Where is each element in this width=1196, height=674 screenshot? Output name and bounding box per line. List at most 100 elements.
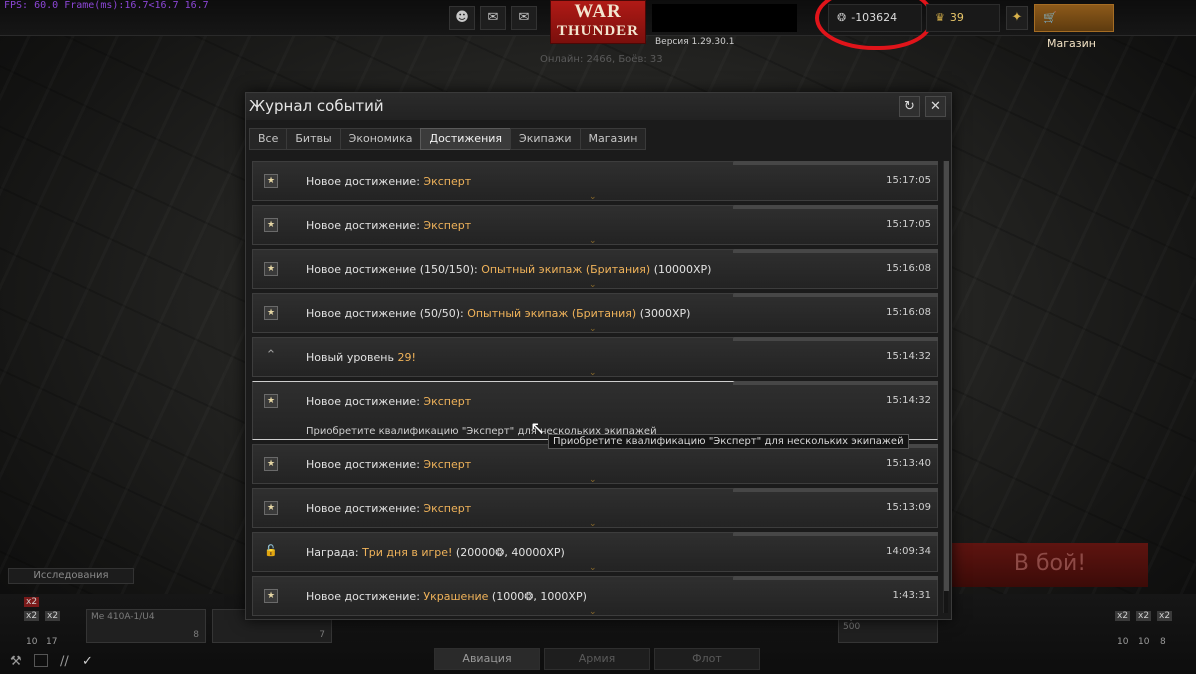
battle-button[interactable]: В бой! (952, 543, 1148, 587)
event-prefix: Новое достижение (150/150): (306, 263, 482, 276)
event-row[interactable]: ★ Новое достижение: Эксперт 15:13:40 ⌄ (252, 444, 938, 485)
dialog-title: Журнал событий (249, 97, 384, 115)
multiplier-badge: x2 (24, 611, 40, 621)
event-suffix: (1000❂, 1000XP) (488, 590, 587, 603)
event-prefix: Новое достижение: (306, 502, 424, 515)
event-time: 15:14:32 (886, 351, 931, 362)
event-list: ★ Новое достижение: Эксперт 15:17:05 ⌄ ★ Ново… (252, 161, 938, 617)
unlock-icon: 🔓 (264, 544, 278, 557)
event-suffix: (10000XP) (650, 263, 712, 276)
chat-icon[interactable]: ✉ (480, 6, 506, 30)
fps-counter: FPS: 60.0 Frame(ms):16.7<16.7 16.7 (4, 0, 209, 11)
star-icon: ★ (264, 174, 278, 188)
star-icon: ★ (264, 306, 278, 320)
event-row[interactable]: ★ Новое достижение: Эксперт 15:17:05 ⌄ (252, 161, 938, 202)
star-icon: ★ (264, 262, 278, 276)
mail-icon[interactable]: ✉ (511, 6, 537, 30)
event-text: Новое достижение: Эксперт (306, 502, 471, 515)
expand-chevron-icon[interactable]: ⌄ (589, 519, 597, 529)
shop-button[interactable]: 🛒 Магазин (1034, 4, 1114, 50)
event-text: Новое достижение: Эксперт (306, 395, 471, 408)
expand-chevron-icon[interactable]: ⌄ (589, 192, 597, 202)
star-icon: ★ (264, 394, 278, 408)
slash-icon[interactable]: ∕∕ (60, 654, 69, 669)
event-highlight: Опытный экипаж (Британия) (467, 307, 637, 320)
expand-chevron-icon[interactable]: ⌄ (589, 280, 597, 290)
event-list-scrollbar[interactable] (943, 161, 949, 613)
event-row[interactable]: 🔓 Награда: Три дня в игре! (20000❂, 40000… (252, 532, 938, 573)
event-text: Новое достижение (150/150): Опытный экип… (306, 263, 711, 276)
event-time: 15:13:40 (886, 458, 931, 469)
expand-chevron-icon[interactable]: ⌄ (589, 563, 597, 573)
slot-count: 8 (193, 630, 199, 640)
crew-level: 8 (1160, 637, 1166, 647)
event-time: 15:14:32 (886, 395, 931, 406)
expand-chevron-icon[interactable]: ⌄ (589, 368, 597, 378)
slot-name: Me 410A-1/U4 (91, 612, 155, 622)
close-button[interactable]: ✕ (925, 96, 946, 117)
event-row[interactable]: ★ Новое достижение (150/150): Опытный эки… (252, 249, 938, 290)
expand-chevron-icon[interactable]: ⌄ (589, 324, 597, 334)
checkbox-icon[interactable] (34, 654, 48, 667)
tab-fleet[interactable]: Флот (654, 648, 760, 670)
multiplier-badge: x2 (1115, 611, 1131, 621)
checkmark-icon[interactable]: ✓ (82, 654, 93, 669)
event-prefix: Новое достижение: (306, 175, 424, 188)
crew-level: 10 (1138, 637, 1150, 647)
event-text: Награда: Три дня в игре! (20000❂, 40000X… (306, 546, 565, 559)
tab-economy[interactable]: Экономика (339, 128, 422, 150)
mouse-cursor-icon: ↖ (530, 418, 546, 439)
event-row[interactable]: ★ Новое достижение: Украшение (1000❂, 100… (252, 576, 938, 617)
event-highlight: Эксперт (423, 175, 472, 188)
game-version: Версия 1.29.30.1 (655, 37, 735, 47)
event-text: Новое достижение (50/50): Опытный экипаж… (306, 307, 690, 320)
shop-label: Магазин (1047, 37, 1096, 50)
tab-shop[interactable]: Магазин (579, 128, 647, 150)
event-highlight: Украшение (423, 590, 489, 603)
event-time: 15:16:08 (886, 307, 931, 318)
star-icon: ★ (264, 589, 278, 603)
tab-crews[interactable]: Экипажи (510, 128, 581, 150)
tab-aviation[interactable]: Авиация (434, 648, 540, 670)
wrench-icon[interactable]: ⚒ (10, 654, 22, 669)
event-prefix: Награда: (306, 546, 363, 559)
tab-all[interactable]: Все (249, 128, 288, 150)
refresh-button[interactable]: ↻ (899, 96, 920, 117)
tab-battles[interactable]: Битвы (286, 128, 341, 150)
chevron-up-icon: ⌃ (265, 348, 277, 363)
scrollbar-thumb[interactable] (944, 161, 949, 591)
event-row[interactable]: ★ Новое достижение: Эксперт 15:17:05 ⌄ (252, 205, 938, 246)
journal-tabs: Все Битвы Экономика Достижения Экипажи Магази… (249, 127, 647, 150)
premium-icon[interactable]: ✦ (1006, 6, 1028, 30)
tab-achievements[interactable]: Достижения (420, 128, 512, 150)
event-suffix: (3000XP) (636, 307, 691, 320)
profile-icon[interactable]: ☻ (449, 6, 475, 30)
event-prefix: Новое достижение: (306, 458, 424, 471)
event-prefix: Новое достижение (50/50): (306, 307, 468, 320)
event-row[interactable]: ★ Новое достижение: Эксперт 15:13:09 ⌄ (252, 488, 938, 529)
event-row[interactable]: ⌃ Новый уровень 29! 15:14:32 ⌄ (252, 337, 938, 378)
logo-line2: THUNDER (556, 23, 639, 39)
research-button[interactable]: Исследования (8, 568, 134, 584)
event-time: 15:16:08 (886, 263, 931, 274)
star-icon: ★ (264, 501, 278, 515)
star-icon: ★ (264, 218, 278, 232)
expand-chevron-icon[interactable]: ⌄ (589, 607, 597, 617)
golden-eagles-value: 39 (949, 11, 964, 24)
close-icon: ✕ (930, 99, 941, 114)
expand-chevron-icon[interactable]: ⌄ (589, 236, 597, 246)
event-row[interactable]: ★ Новое достижение (50/50): Опытный экипа… (252, 293, 938, 334)
dialog-header: Журнал событий ↻ ✕ (246, 93, 951, 120)
event-time: 1:43:31 (892, 590, 931, 601)
vehicle-slot[interactable]: Me 410A-1/U4 8 (86, 609, 206, 643)
expand-chevron-icon[interactable]: ⌄ (589, 475, 597, 485)
event-row[interactable]: ★ Новое достижение: Эксперт 15:14:32 Приобр… (252, 381, 938, 440)
golden-eagles-balance[interactable]: ♛ 39 (926, 4, 1000, 32)
tab-army[interactable]: Армия (544, 648, 650, 670)
event-highlight: Эксперт (423, 219, 472, 232)
online-counter: Онлайн: 2466, Боёв: 33 (540, 54, 663, 65)
event-journal-dialog: Журнал событий ↻ ✕ Все Битвы Экономика Дост… (245, 92, 952, 620)
event-prefix: Новое достижение: (306, 590, 424, 603)
description-tooltip: Приобретите квалификацию "Эксперт" для н… (548, 434, 909, 449)
slot-count: 7 (319, 630, 325, 640)
